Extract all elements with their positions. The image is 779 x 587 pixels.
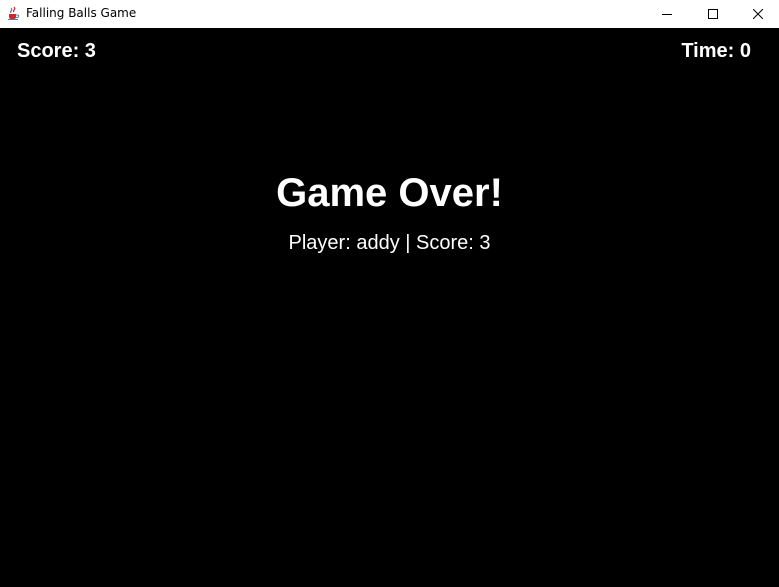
score-display: Score: 3 [17,40,96,62]
final-score-summary: Player: addy | Score: 3 [288,232,491,254]
close-icon [753,9,763,19]
game-over-title: Game Over! [276,171,503,215]
window-title: Falling Balls Game [26,6,137,20]
maximize-icon [708,9,718,19]
title-bar[interactable]: Falling Balls Game [0,0,779,28]
java-cup-icon[interactable] [5,5,21,21]
game-canvas[interactable]: Score: 3 Time: 0 Game Over! Player: addy… [0,28,779,587]
game-window: Falling Balls Game Score: 3 Time: 0 Game… [0,0,779,587]
time-display: Time: 0 [681,40,751,62]
close-button[interactable] [735,0,779,28]
minimize-icon [662,9,672,19]
minimize-button[interactable] [644,0,690,28]
maximize-button[interactable] [690,0,736,28]
